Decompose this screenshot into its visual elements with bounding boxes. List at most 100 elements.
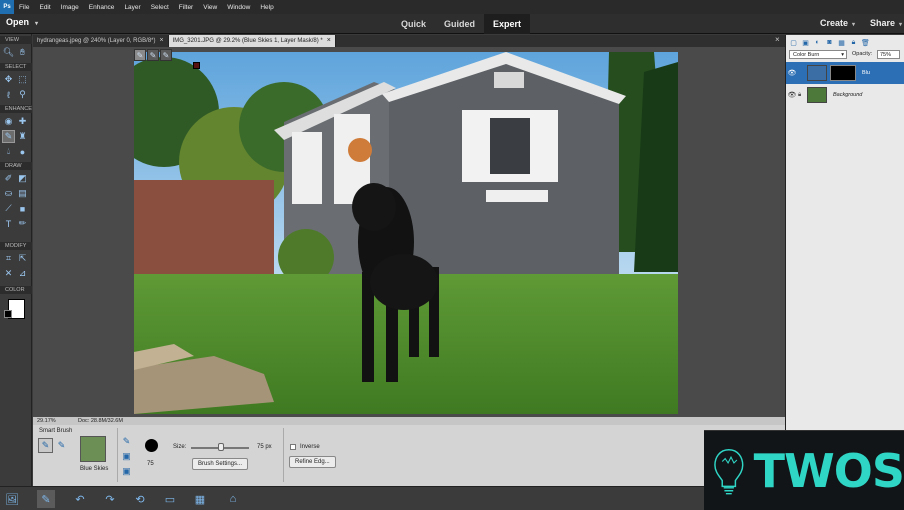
open-button[interactable]: Open ▾ [6,17,38,27]
layer-mask-thumbnail[interactable] [830,65,856,81]
status-bar: 29.17% Doc: 28.8M/32.6M [33,417,785,425]
home-screen-icon[interactable]: ⌂ [224,490,242,508]
doc-tab-label: hydrangeas.jpeg @ 240% (Layer 0, RGB/8*) [37,38,156,44]
canvas-area[interactable] [33,47,785,417]
lock-transparent-icon[interactable]: ▦ [837,38,846,47]
smart-brush-icon: ✎ [41,440,50,450]
quick-selection-icon[interactable]: ⚲ [16,88,29,101]
doc-tab-img-3201[interactable]: IMG_3201.JPG @ 29.2% (Blue Skies 1, Laye… [168,35,336,47]
menu-help[interactable]: Help [255,4,278,11]
preset-thumbnail[interactable] [80,436,106,462]
close-document-icon[interactable]: × [775,35,785,47]
opacity-field[interactable]: 75% [877,50,900,59]
new-layer-icon[interactable]: ▢ [789,38,798,47]
section-view: VIEW [0,36,32,44]
adjustment-layer-icon[interactable]: ◐ [813,38,822,47]
mode-bar: Open ▾ Quick Guided Expert Create ▾ Share ▾ [0,14,904,34]
size-label: Size: [173,444,187,450]
lasso-tool-icon[interactable]: ℓ [2,88,15,101]
divider [117,428,118,482]
marquee-tool-icon[interactable]: ⬚ [16,73,29,86]
toolbox: VIEW 🔍︎ ✋︎ SELECT ✥ ⬚ ℓ ⚲ ENHANCE ◉ ✚ ✎ … [0,34,32,486]
crop-tool-icon[interactable]: ⌗ [2,252,15,265]
eye-icon[interactable]: 👁︎ [786,91,798,99]
clone-stamp-icon[interactable]: ♜ [16,130,29,143]
menu-edit[interactable]: Edit [34,4,55,11]
inverse-label: Inverse [300,444,320,450]
twos-watermark: TWOS [704,430,904,510]
tab-quick[interactable]: Quick [392,14,435,34]
gradient-tool-icon[interactable]: ▤ [16,187,29,200]
hand-tool-icon[interactable]: ✋︎ [16,46,29,59]
sponge-tool-icon[interactable]: ● [16,145,29,158]
zoom-tool-icon[interactable]: 🔍︎ [2,46,15,59]
undo-icon[interactable]: ↶ [71,490,89,508]
layout-icon[interactable]: ▭ [161,490,179,508]
add-selection-icon[interactable]: ▣ [120,450,133,463]
smart-brush-icon[interactable]: ✎ [2,130,15,143]
layer-row-blue-skies[interactable]: 👁︎ Blu [786,62,904,84]
share-button[interactable]: Share ▾ [870,18,902,28]
menu-layer[interactable]: Layer [119,4,145,11]
detail-brush-icon[interactable]: ✎ [55,439,68,452]
delete-layer-icon[interactable]: 🗑︎ [861,38,870,47]
tab-expert[interactable]: Expert [484,14,531,34]
document-size: Doc: 28.8M/32.6M [78,418,123,424]
brush-tool-icon[interactable]: ✐ [2,172,15,185]
brush-preview[interactable] [145,439,158,452]
app-logo: Ps [0,0,14,14]
shape-tool-icon[interactable]: ■ [16,202,29,215]
redo-icon[interactable]: ↷ [101,490,119,508]
eye-icon[interactable]: 👁︎ [786,69,798,77]
close-icon[interactable]: × [160,35,164,47]
type-tool-icon[interactable]: T [2,217,15,230]
inverse-checkbox[interactable] [290,444,296,450]
menu-select[interactable]: Select [146,4,174,11]
tab-guided[interactable]: Guided [435,14,484,34]
add-to-selection-icon[interactable]: ✎ [134,49,146,61]
background-color-swatch[interactable] [4,310,12,318]
size-value: 75 px [257,444,272,450]
add-mask-icon[interactable]: ◙ [825,38,834,47]
menu-bar: Ps File Edit Image Enhance Layer Select … [0,0,904,14]
menu-view[interactable]: View [198,4,222,11]
spot-healing-icon[interactable]: ✚ [16,115,29,128]
lock-icon[interactable]: 🔒︎ [849,38,858,47]
layer-row-background[interactable]: 👁︎ 🔒︎ Background [786,84,904,106]
refine-edge-button[interactable]: Refine Edg... [289,456,336,468]
recompose-tool-icon[interactable]: ⇱ [16,252,29,265]
brush-settings-button[interactable]: Brush Settings... [192,458,249,470]
move-tool-icon[interactable]: ✥ [2,73,15,86]
rotate-icon[interactable]: ⟲ [131,490,149,508]
photo-canvas[interactable] [134,52,678,414]
pencil-tool-icon[interactable]: ✏︎ [16,217,29,230]
photo-bin-icon[interactable]: 🖼︎ [3,490,21,508]
new-group-icon[interactable]: ▣ [801,38,810,47]
create-button[interactable]: Create ▾ [820,18,855,28]
blend-mode-select[interactable]: Color Burn ▾ [789,50,847,59]
subtract-selection-icon[interactable]: ✎ [147,49,159,61]
new-selection-icon[interactable]: ✎ [160,49,172,61]
close-icon[interactable]: × [327,35,331,47]
size-slider-thumb[interactable] [218,443,224,451]
eraser-tool-icon[interactable]: ◩ [16,172,29,185]
menu-filter[interactable]: Filter [174,4,198,11]
section-select: SELECT [0,63,32,71]
layer-name: Background [833,92,863,98]
eyedropper-icon[interactable]: ⟋ [2,202,15,215]
menu-window[interactable]: Window [222,4,255,11]
doc-tab-hydrangeas[interactable]: hydrangeas.jpeg @ 240% (Layer 0, RGB/8*)… [33,35,169,47]
menu-file[interactable]: File [14,4,34,11]
new-selection-icon[interactable]: ✎ [120,435,133,448]
paint-bucket-icon[interactable]: ⛀ [2,187,15,200]
menu-enhance[interactable]: Enhance [84,4,120,11]
tool-options-icon[interactable]: ✎ [37,490,55,508]
menu-image[interactable]: Image [56,4,84,11]
subtract-selection-icon[interactable]: ▣ [120,465,133,478]
blur-tool-icon[interactable]: 💧︎ [2,145,15,158]
content-move-icon[interactable]: ✕ [2,267,15,280]
zoom-level[interactable]: 29.17% [37,417,56,425]
red-eye-icon[interactable]: ◉ [2,115,15,128]
organizer-icon[interactable]: ▦ [191,490,209,508]
straighten-tool-icon[interactable]: ⊿ [16,267,29,280]
